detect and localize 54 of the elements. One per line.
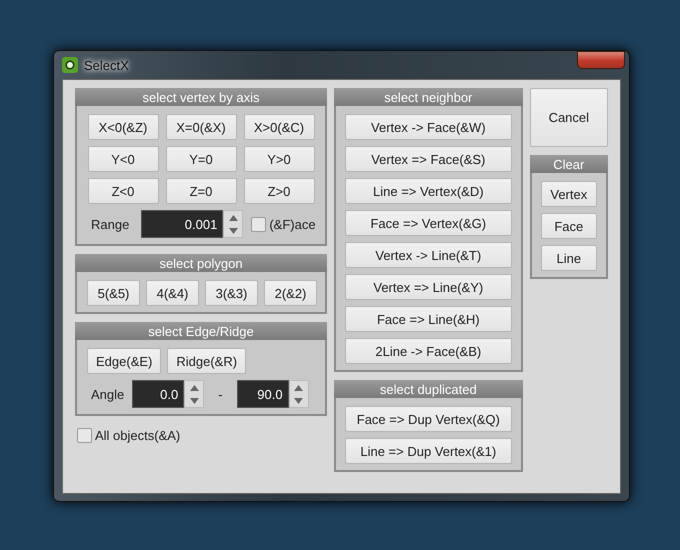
field-label: Angle bbox=[91, 386, 124, 402]
window-title: SelectX bbox=[84, 58, 129, 72]
number-field[interactable]: 0.0 bbox=[132, 380, 184, 408]
checkbox-label: All objects(&A) bbox=[95, 428, 180, 443]
action-button[interactable]: Face => Dup Vertex(&Q) bbox=[345, 406, 512, 432]
action-button[interactable]: Y=0 bbox=[166, 146, 236, 172]
field-label: Range bbox=[91, 216, 130, 232]
action-button[interactable]: 2Line -> Face(&B) bbox=[345, 338, 512, 364]
group-title: select neighbor bbox=[384, 90, 472, 104]
action-button[interactable]: Face bbox=[540, 213, 597, 239]
up-triangle-icon bbox=[228, 214, 238, 220]
action-button[interactable]: Vertex => Line(&Y) bbox=[345, 274, 512, 300]
up-triangle-icon bbox=[190, 384, 199, 390]
action-button[interactable]: Y>0 bbox=[244, 146, 314, 172]
range-separator: - bbox=[218, 386, 223, 402]
group-title: select Edge/Ridge bbox=[148, 324, 254, 338]
action-button[interactable]: X>0(&C) bbox=[244, 114, 314, 140]
action-button[interactable]: X<0(&Z) bbox=[88, 114, 158, 140]
action-button[interactable]: Vertex => Face(&S) bbox=[345, 146, 512, 172]
action-button[interactable]: Ridge(&R) bbox=[167, 348, 246, 374]
action-button[interactable]: Vertex -> Face(&W) bbox=[345, 114, 512, 140]
action-button[interactable]: X=0(&X) bbox=[166, 114, 236, 140]
action-button[interactable]: Line => Vertex(&D) bbox=[345, 178, 512, 204]
group-title: select duplicated bbox=[380, 382, 477, 396]
checkbox[interactable] bbox=[77, 428, 92, 443]
group-title: Clear bbox=[553, 156, 584, 172]
down-triangle-icon bbox=[190, 398, 199, 404]
down-triangle-icon bbox=[228, 228, 238, 234]
action-button[interactable]: Line => Dup Vertex(&1) bbox=[345, 438, 512, 464]
action-button[interactable]: Y<0 bbox=[88, 146, 158, 172]
checkbox-label: (&F)ace bbox=[269, 216, 316, 232]
action-button[interactable]: Z<0 bbox=[88, 178, 158, 204]
action-button[interactable]: 4(&4) bbox=[146, 280, 199, 306]
group-title: select vertex by axis bbox=[142, 90, 260, 104]
close-button[interactable] bbox=[577, 51, 625, 69]
action-button[interactable]: Vertex bbox=[540, 181, 597, 207]
number-field[interactable]: 0.001 bbox=[141, 210, 224, 238]
action-button[interactable]: Face => Vertex(&G) bbox=[345, 210, 512, 236]
action-button[interactable]: Cancel bbox=[530, 88, 608, 147]
action-button[interactable]: Edge(&E) bbox=[87, 348, 162, 374]
checkbox[interactable] bbox=[251, 216, 266, 232]
group-title: select polygon bbox=[159, 256, 243, 270]
action-button[interactable]: 3(&3) bbox=[205, 280, 258, 306]
action-button[interactable]: Vertex -> Line(&T) bbox=[345, 242, 512, 268]
up-triangle-icon bbox=[294, 384, 304, 390]
action-button[interactable]: Z=0 bbox=[166, 178, 236, 204]
down-triangle-icon bbox=[294, 398, 304, 404]
app-icon bbox=[62, 57, 78, 73]
action-button[interactable]: 5(&5) bbox=[87, 280, 140, 306]
number-field[interactable]: 90.0 bbox=[236, 380, 289, 408]
action-button[interactable]: 2(&2) bbox=[264, 280, 317, 306]
action-button[interactable]: Z>0 bbox=[244, 178, 314, 204]
action-button[interactable]: Line bbox=[540, 245, 597, 271]
action-button[interactable]: Face => Line(&H) bbox=[345, 306, 512, 332]
